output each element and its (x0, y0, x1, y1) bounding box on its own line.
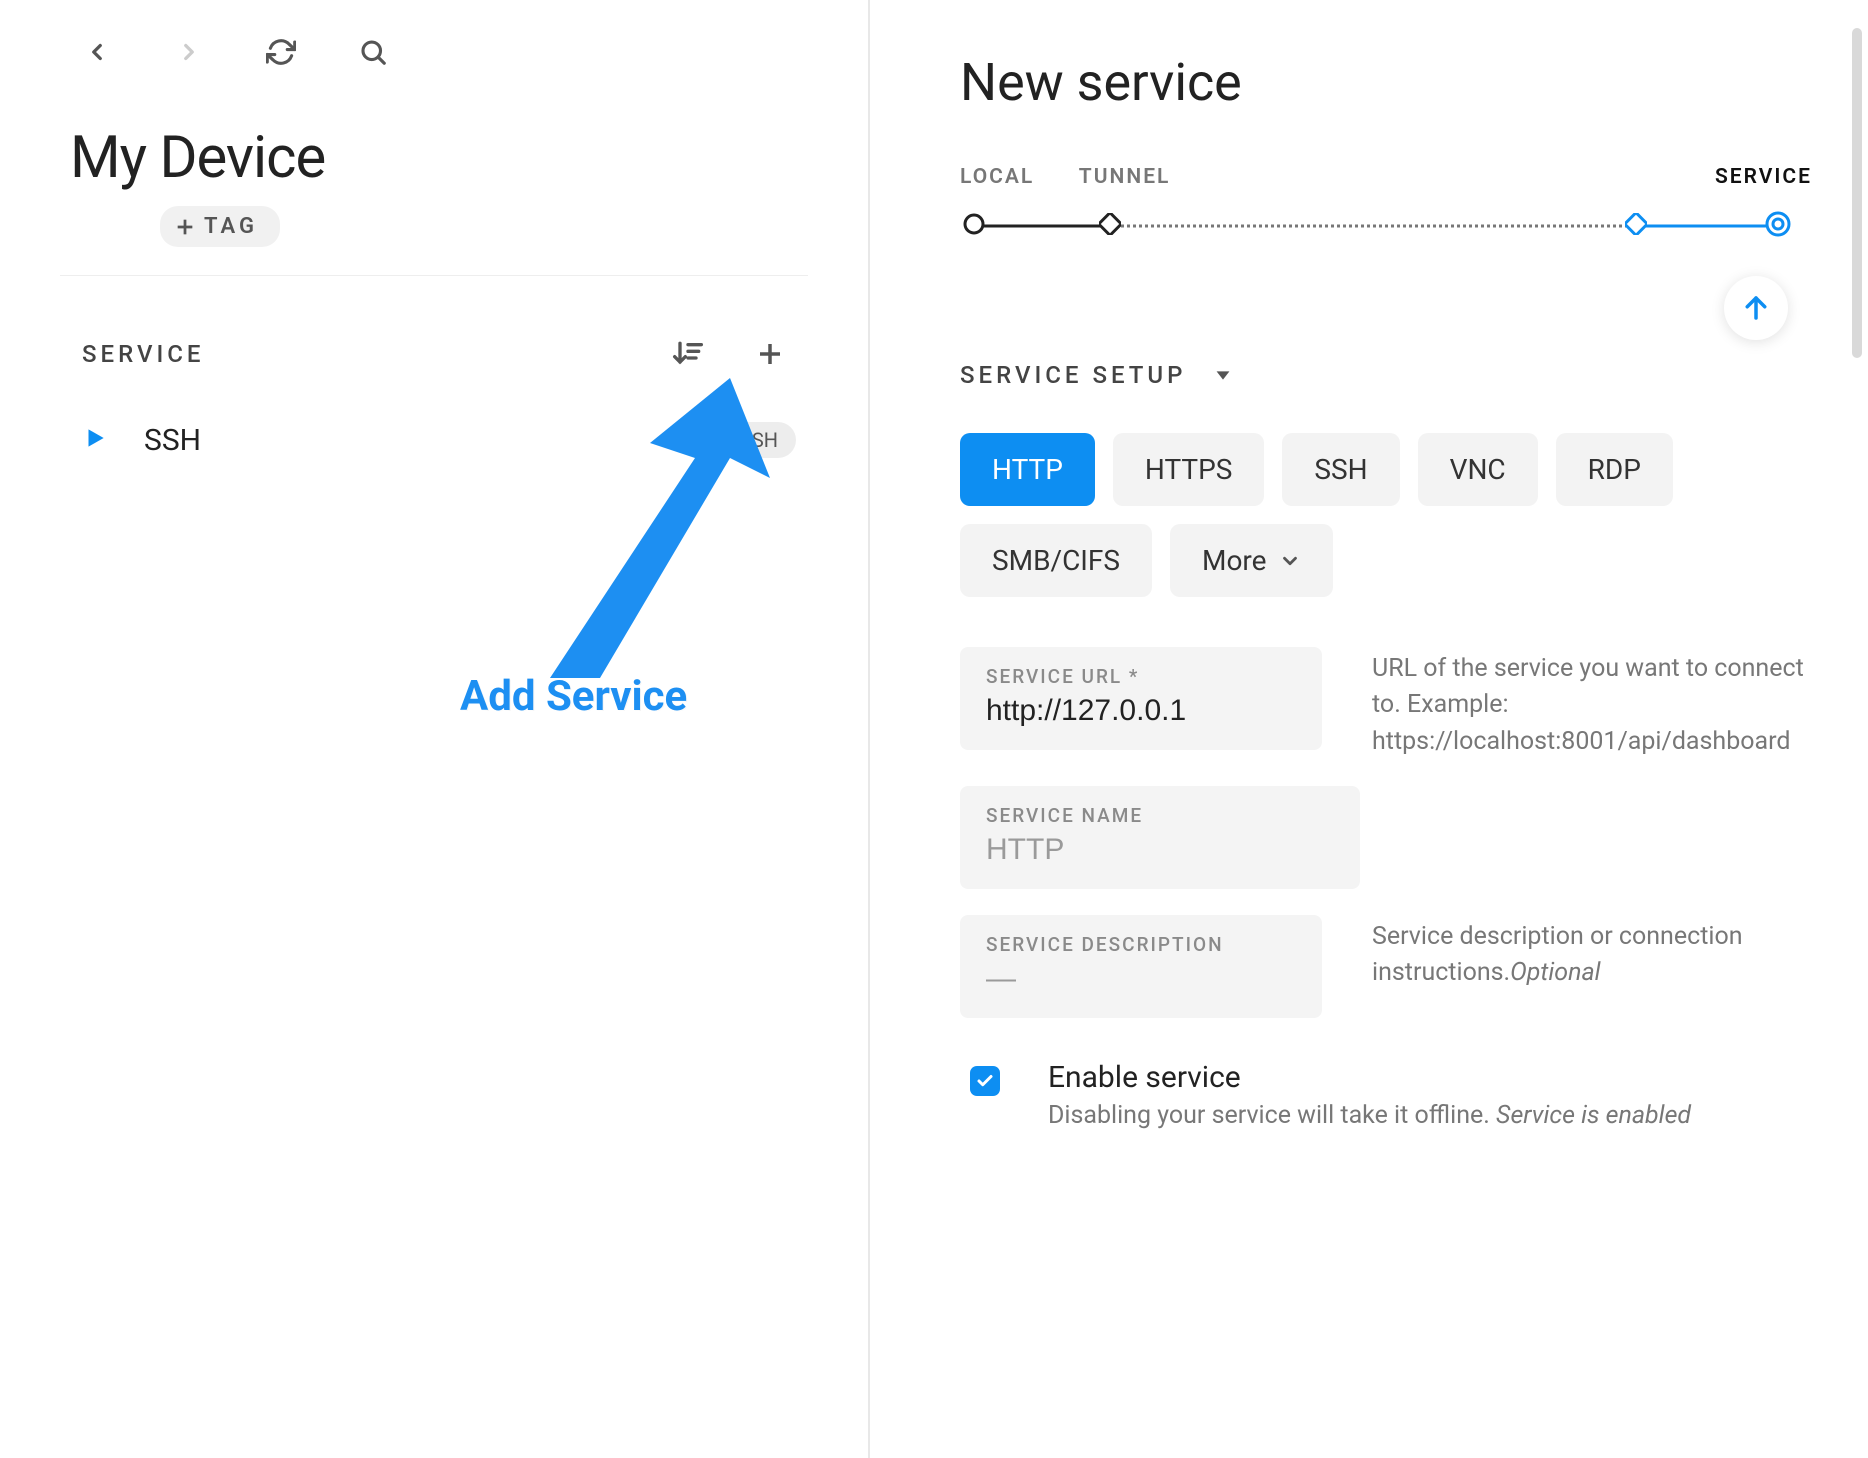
protocol-chips: HTTP HTTPS SSH VNC RDP SMB/CIFS More (960, 433, 1812, 597)
protocol-chip-https[interactable]: HTTPS (1113, 433, 1265, 506)
enable-service-title: Enable service (1048, 1060, 1691, 1095)
service-desc-input[interactable] (986, 962, 1296, 996)
collapse-button[interactable] (1724, 276, 1788, 340)
chevron-down-icon (1279, 550, 1301, 572)
protocol-chip-smb[interactable]: SMB/CIFS (960, 524, 1152, 597)
service-desc-label: SERVICE DESCRIPTION (986, 933, 1296, 956)
play-icon (82, 425, 108, 455)
divider (60, 275, 808, 276)
flow-label-local: LOCAL (960, 165, 1034, 189)
service-url-input[interactable] (986, 694, 1296, 728)
refresh-icon[interactable] (259, 30, 303, 74)
flow-label-tunnel: TUNNEL (1079, 165, 1171, 189)
add-tag-button[interactable]: TAG (160, 206, 280, 247)
chevron-down-icon (1212, 364, 1234, 386)
search-icon[interactable] (351, 30, 395, 74)
service-section-label: SERVICE (82, 340, 205, 368)
add-service-icon[interactable] (752, 336, 788, 372)
service-name-label: SERVICE NAME (986, 804, 1334, 827)
protocol-chip-more[interactable]: More (1170, 524, 1333, 597)
device-panel: My Device TAG SERVICE SSH (0, 0, 870, 1458)
service-url-help: URL of the service you want to connect t… (1372, 647, 1812, 760)
enable-service-checkbox[interactable] (970, 1066, 1000, 1096)
service-name: SSH (144, 423, 686, 458)
service-form-panel: New service LOCAL TUNNEL SERVICE (870, 0, 1868, 1458)
flow-node-service-icon (1765, 211, 1791, 241)
service-row[interactable]: SSH SSH (60, 422, 808, 458)
annotation-label: Add Service (460, 672, 687, 721)
sort-icon[interactable] (670, 336, 706, 372)
service-setup-label: SERVICE SETUP (960, 361, 1186, 389)
service-name-input[interactable] (986, 833, 1334, 867)
enable-service-subtitle: Disabling your service will take it offl… (1048, 1101, 1691, 1130)
flow-node-tunnel-icon (1099, 213, 1121, 239)
protocol-chip-ssh[interactable]: SSH (1282, 433, 1399, 506)
protocol-chip-rdp[interactable]: RDP (1556, 433, 1673, 506)
protocol-chip-more-label: More (1202, 544, 1267, 577)
service-url-field[interactable]: SERVICE URL * (960, 647, 1322, 750)
device-toolbar (60, 30, 808, 74)
service-badge: SSH (722, 422, 796, 458)
protocol-chip-http[interactable]: HTTP (960, 433, 1095, 506)
service-desc-field[interactable]: SERVICE DESCRIPTION (960, 915, 1322, 1018)
scrollbar[interactable] (1852, 28, 1862, 1340)
flow-label-service: SERVICE (1715, 165, 1812, 189)
page-title: New service (960, 52, 1812, 113)
service-setup-toggle[interactable]: SERVICE SETUP (960, 361, 1812, 389)
service-desc-help: Service description or connection instru… (1372, 915, 1812, 992)
flow-node-mid-icon (1625, 213, 1647, 239)
service-name-field[interactable]: SERVICE NAME (960, 786, 1360, 889)
connection-flow: LOCAL TUNNEL SERVICE (960, 165, 1812, 241)
service-url-label: SERVICE URL * (986, 665, 1296, 688)
forward-icon (167, 30, 211, 74)
device-title: My Device (60, 124, 808, 192)
check-icon (976, 1072, 994, 1090)
flow-node-local-icon (963, 213, 985, 239)
protocol-chip-vnc[interactable]: VNC (1418, 433, 1538, 506)
back-icon[interactable] (75, 30, 119, 74)
add-tag-label: TAG (204, 214, 258, 239)
